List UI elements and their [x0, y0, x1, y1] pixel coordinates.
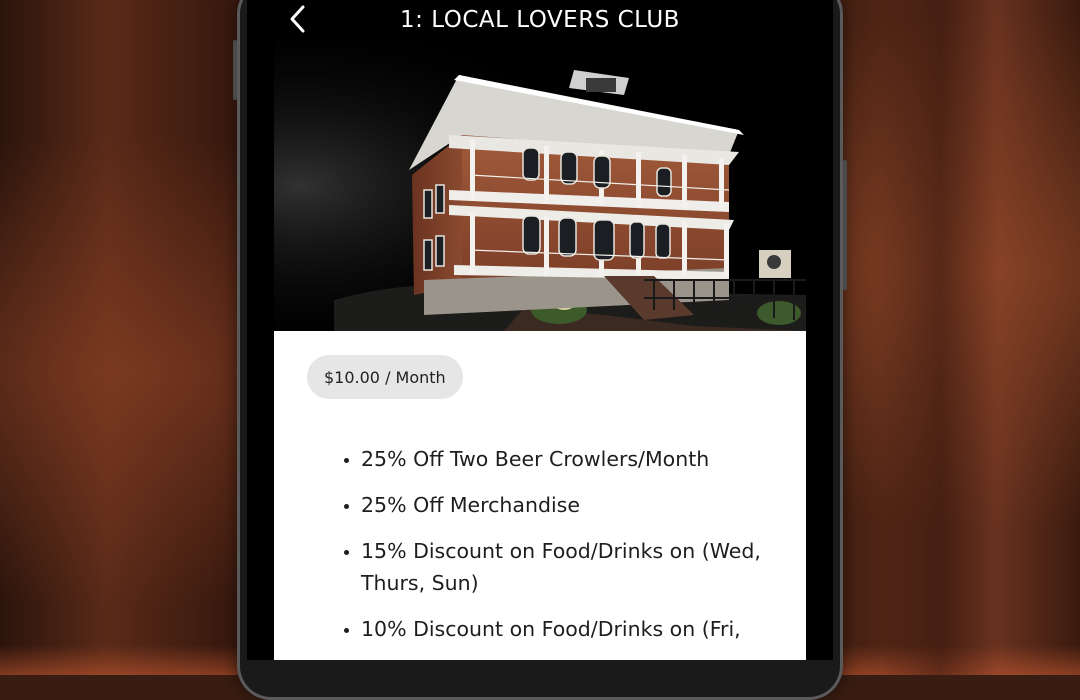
- app-screen: 1: LOCAL LOVERS CLUB $10.00 / Month • 25…: [247, 0, 833, 660]
- back-button[interactable]: [281, 2, 315, 36]
- benefit-item: 15% Discount on Food/Drinks on (Wed, Thu…: [361, 535, 801, 599]
- benefit-item: 10% Discount on Food/Drinks on (Fri,: [361, 613, 801, 645]
- phone-side-button: [233, 40, 237, 100]
- phone-frame: 1: LOCAL LOVERS CLUB $10.00 / Month • 25…: [233, 0, 847, 700]
- brewery-building-image: [274, 40, 806, 331]
- page-title: 1: LOCAL LOVERS CLUB: [400, 7, 680, 33]
- benefit-item: 25% Off Two Beer Crowlers/Month: [361, 443, 801, 475]
- top-bar: 1: LOCAL LOVERS CLUB: [247, 0, 833, 40]
- phone-power-button: [843, 160, 847, 290]
- benefits-list: 25% Off Two Beer Crowlers/Month 25% Off …: [329, 443, 801, 659]
- benefit-item: 25% Off Merchandise: [361, 489, 801, 521]
- chevron-left-icon: [290, 5, 305, 33]
- price-badge: $10.00 / Month: [307, 355, 463, 399]
- membership-details-card: $10.00 / Month 25% Off Two Beer Crowlers…: [274, 331, 806, 660]
